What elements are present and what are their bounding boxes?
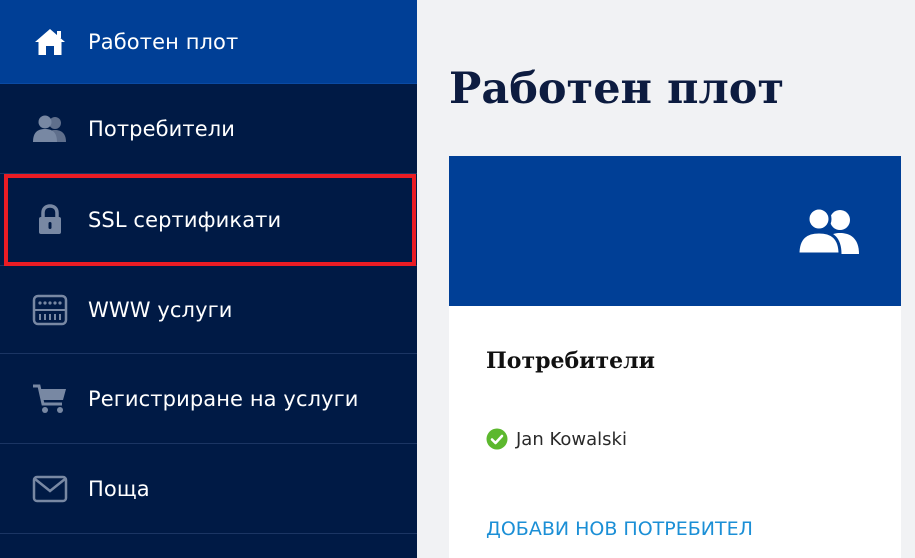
card-title: Потребители	[486, 348, 655, 374]
sidebar-item-label: Поща	[88, 476, 150, 501]
sidebar-item-users[interactable]: Потребители	[0, 84, 417, 174]
envelope-icon	[32, 471, 68, 507]
user-name: Jan Kowalski	[516, 428, 627, 450]
users-icon	[32, 111, 68, 147]
list-item: Jan Kowalski	[486, 427, 627, 451]
users-icon	[796, 206, 861, 256]
users-card: Потребители Jan Kowalski ДОБАВИ НОВ ПОТР…	[449, 156, 901, 558]
cart-icon	[32, 381, 68, 417]
sidebar-item-label: WWW услуги	[88, 297, 233, 322]
sidebar: Работен плот Потребители SSL сертификати	[0, 0, 417, 558]
sidebar-item-label: Потребители	[88, 116, 236, 141]
lock-icon	[32, 202, 68, 238]
sidebar-item-dashboard[interactable]: Работен плот	[0, 0, 417, 84]
home-icon	[32, 24, 68, 60]
sidebar-item-label: Работен плот	[88, 29, 239, 54]
card-header	[449, 156, 901, 306]
sidebar-item-register-services[interactable]: Регистриране на услуги	[0, 354, 417, 444]
sidebar-item-ssl[interactable]: SSL сертификати	[0, 174, 417, 266]
sidebar-item-mail[interactable]: Поща	[0, 444, 417, 534]
sidebar-item-label: Регистриране на услуги	[88, 386, 359, 411]
sidebar-item-label: SSL сертификати	[88, 207, 282, 232]
check-circle-icon	[486, 428, 508, 450]
sidebar-item-www[interactable]: WWW услуги	[0, 266, 417, 354]
add-user-link[interactable]: ДОБАВИ НОВ ПОТРЕБИТЕЛ	[486, 518, 753, 540]
page-title: Работен плот	[449, 64, 785, 114]
server-icon	[32, 292, 68, 328]
